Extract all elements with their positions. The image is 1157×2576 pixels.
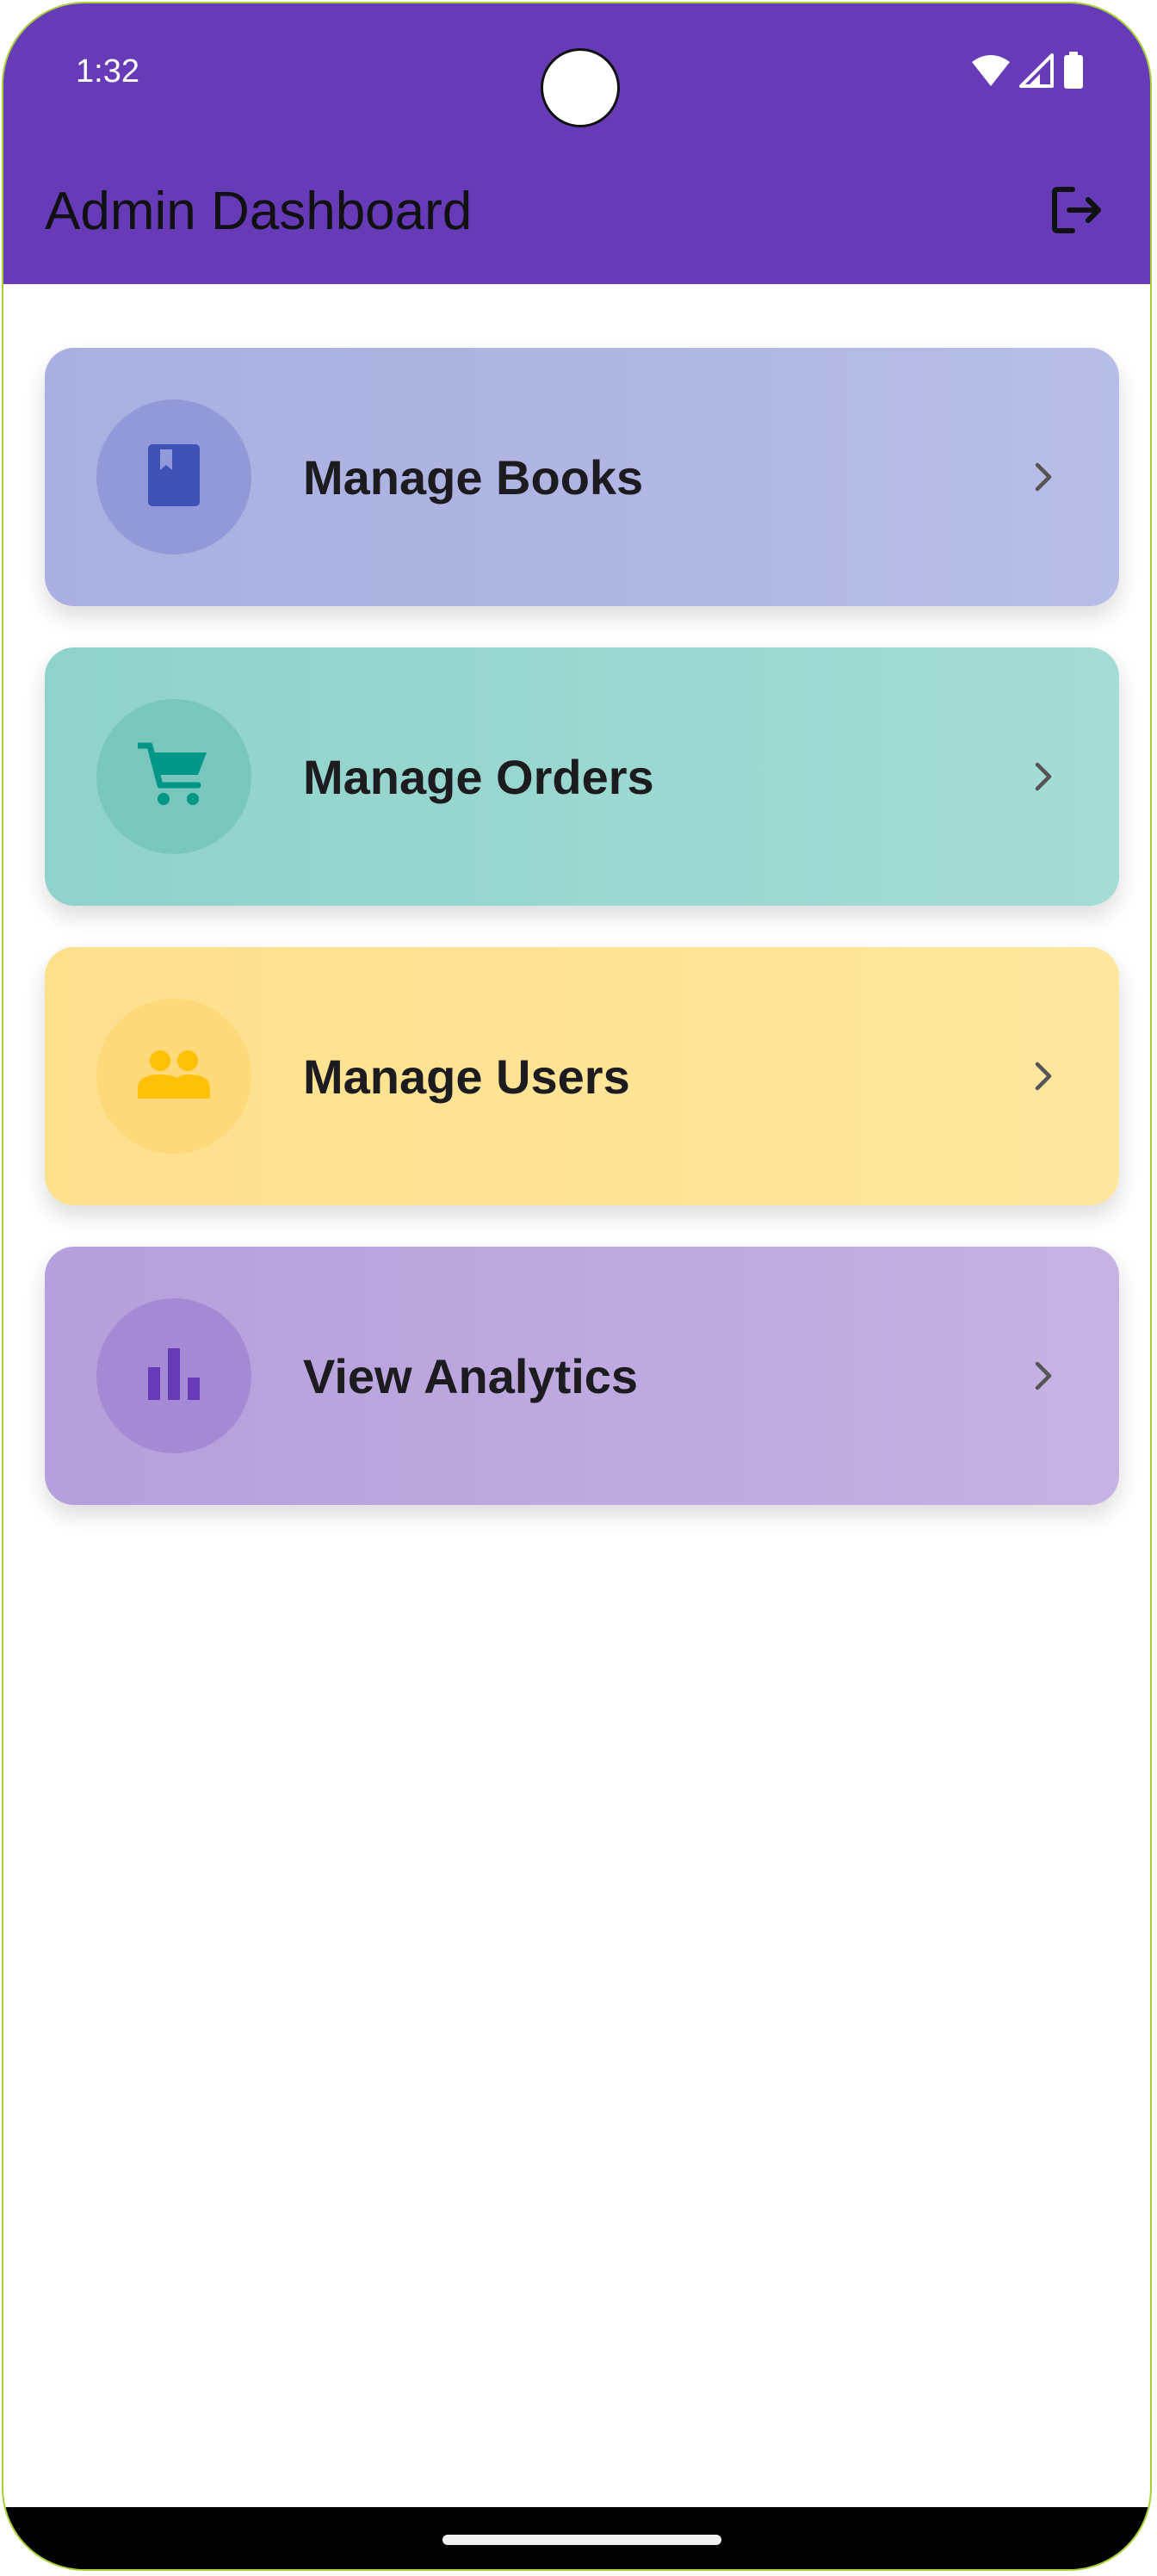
system-navigation-bar	[3, 2507, 1150, 2569]
dashboard-menu: Manage Books Manage Orders Manage Users …	[45, 348, 1119, 1546]
bar-chart-icon-circle	[96, 1298, 251, 1453]
view-analytics-card[interactable]: View Analytics	[45, 1247, 1119, 1505]
phone-screen: 1:32 Admin Dashboard Manage Books Manage…	[0, 0, 1157, 2576]
home-indicator[interactable]	[442, 2535, 721, 2545]
manage-users-label: Manage Users	[303, 1049, 630, 1104]
chevron-right-icon	[1018, 751, 1069, 802]
manage-orders-card[interactable]: Manage Orders	[45, 647, 1119, 906]
device-frame: 1:32 Admin Dashboard Manage Books Manage…	[2, 2, 1152, 2571]
page-title: Admin Dashboard	[45, 182, 473, 241]
manage-books-card[interactable]: Manage Books	[45, 348, 1119, 606]
status-time: 1:32	[76, 53, 139, 90]
cart-icon-circle	[96, 699, 251, 854]
chevron-right-icon	[1018, 451, 1069, 503]
chevron-right-icon	[1018, 1050, 1069, 1102]
bar-chart-icon	[146, 1347, 201, 1406]
manage-users-card[interactable]: Manage Users	[45, 947, 1119, 1205]
logout-icon	[1049, 183, 1104, 242]
camera-cutout	[541, 48, 620, 127]
people-icon-circle	[96, 999, 251, 1154]
battery-icon	[1062, 52, 1085, 90]
wifi-icon	[971, 53, 1011, 88]
book-icon-circle	[96, 399, 251, 554]
status-icons	[971, 52, 1085, 90]
book-icon	[146, 443, 201, 512]
logout-button[interactable]	[1045, 181, 1107, 243]
top-app-bar: 1:32 Admin Dashboard	[3, 3, 1150, 284]
people-icon	[136, 1049, 212, 1105]
view-analytics-label: View Analytics	[303, 1348, 639, 1403]
manage-orders-label: Manage Orders	[303, 749, 654, 804]
signal-icon	[1019, 53, 1054, 88]
manage-books-label: Manage Books	[303, 449, 644, 505]
cart-icon	[136, 740, 210, 814]
chevron-right-icon	[1018, 1350, 1069, 1402]
